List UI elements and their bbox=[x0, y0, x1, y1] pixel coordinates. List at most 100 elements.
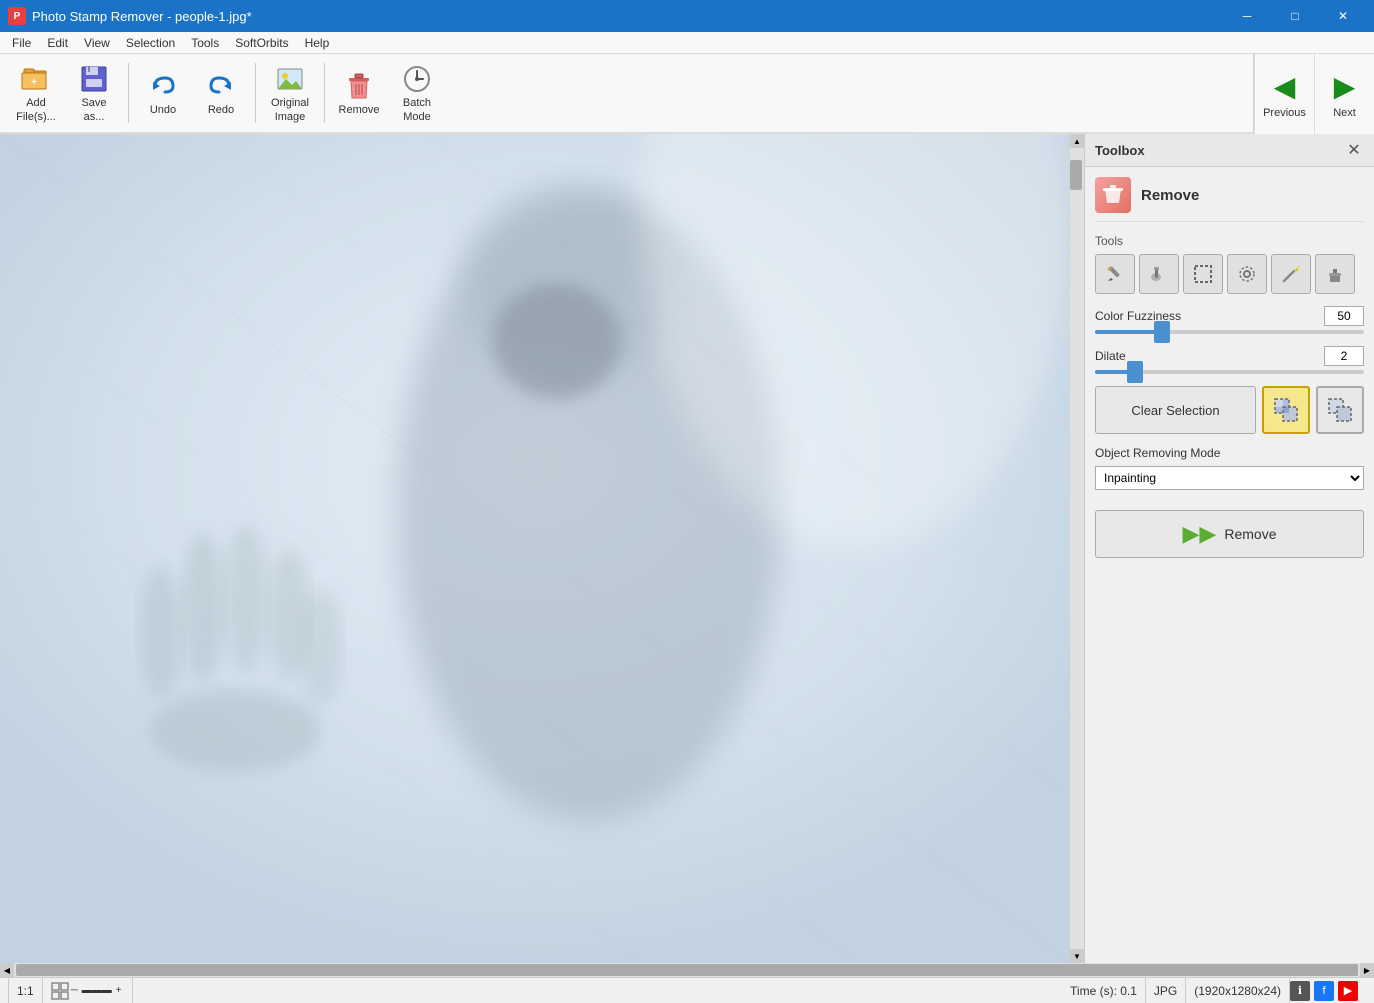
vertical-scrollbar[interactable]: ▲ ▼ bbox=[1070, 134, 1084, 963]
svg-text:★: ★ bbox=[1296, 265, 1301, 271]
menu-file[interactable]: File bbox=[4, 34, 39, 52]
orm-label: Object Removing Mode bbox=[1095, 446, 1364, 460]
scroll-right-button[interactable]: ▶ bbox=[1360, 963, 1374, 977]
redo-button[interactable]: Redo bbox=[193, 58, 249, 128]
dilate-label: Dilate bbox=[1095, 349, 1126, 363]
titlebar: P Photo Stamp Remover - people-1.jpg* ─ … bbox=[0, 0, 1374, 32]
zoom-icon[interactable] bbox=[51, 982, 69, 1000]
remove-section-title: Remove bbox=[1141, 187, 1199, 204]
maximize-button[interactable]: □ bbox=[1272, 0, 1318, 32]
toolbox-close-button[interactable]: ✕ bbox=[1344, 140, 1364, 160]
color-fuzziness-track[interactable] bbox=[1095, 330, 1364, 334]
subtract-selection-button[interactable] bbox=[1316, 386, 1364, 434]
youtube-button[interactable]: ▶ bbox=[1338, 981, 1358, 1001]
menu-softorbits[interactable]: SoftOrbits bbox=[227, 34, 296, 52]
dimensions-display: (1920x1280x24) bbox=[1186, 978, 1290, 1003]
original-image-icon bbox=[274, 63, 306, 95]
next-button[interactable]: ▶ Next bbox=[1314, 54, 1374, 134]
wand-tool-button[interactable]: ★ bbox=[1271, 254, 1311, 294]
orm-dropdown[interactable]: Inpainting Smart Fill Content Aware bbox=[1095, 466, 1364, 490]
menu-tools[interactable]: Tools bbox=[183, 34, 227, 52]
zoom-value: 1:1 bbox=[17, 984, 34, 998]
color-fuzziness-value[interactable]: 50 bbox=[1324, 306, 1364, 326]
original-image-button[interactable]: Original Image bbox=[262, 58, 318, 128]
remove-arrow-icon: ▶▶ bbox=[1183, 521, 1217, 547]
horizontal-scrollbar[interactable]: ◀ ▶ bbox=[0, 963, 1374, 977]
add-files-label: Add bbox=[26, 97, 46, 109]
scroll-thumb-vertical[interactable] bbox=[1070, 160, 1082, 190]
selection-row: Clear Selection bbox=[1095, 386, 1364, 434]
toolbox-title: Toolbox bbox=[1095, 143, 1145, 158]
add-files-button[interactable]: + Add File(s)... bbox=[8, 58, 64, 128]
color-fuzziness-fill bbox=[1095, 330, 1162, 334]
menu-view[interactable]: View bbox=[76, 34, 118, 52]
format-display: JPG bbox=[1146, 978, 1186, 1003]
rect-select-tool-button[interactable] bbox=[1183, 254, 1223, 294]
social-icons: ℹ f ▶ bbox=[1290, 981, 1366, 1001]
zoom-plus[interactable]: + bbox=[114, 985, 124, 996]
redo-label: Redo bbox=[208, 104, 234, 116]
remove-section-icon bbox=[1095, 177, 1131, 213]
remove-toolbar-button[interactable]: Remove bbox=[331, 58, 387, 128]
dilate-track[interactable] bbox=[1095, 370, 1364, 374]
window-controls: ─ □ ✕ bbox=[1224, 0, 1366, 32]
clear-selection-button[interactable]: Clear Selection bbox=[1095, 386, 1256, 434]
main-area: ▲ ▼ Toolbox ✕ Remove bbox=[0, 134, 1374, 963]
add-selection-button[interactable] bbox=[1262, 386, 1310, 434]
facebook-button[interactable]: f bbox=[1314, 981, 1334, 1001]
time-display: Time (s): 0.1 bbox=[1062, 978, 1146, 1003]
batch-mode-button[interactable]: Batch Mode bbox=[389, 58, 445, 128]
next-icon: ▶ bbox=[1334, 70, 1356, 103]
color-fuzziness-label-row: Color Fuzziness 50 bbox=[1095, 306, 1364, 326]
original-image-label: Original bbox=[271, 97, 309, 109]
scroll-down-button[interactable]: ▼ bbox=[1070, 949, 1084, 963]
color-fuzziness-thumb[interactable] bbox=[1154, 321, 1170, 343]
window-title: Photo Stamp Remover - people-1.jpg* bbox=[32, 9, 252, 24]
toolbar-sep-3 bbox=[324, 63, 325, 123]
scroll-thumb-horizontal[interactable] bbox=[16, 964, 1358, 976]
settings-tool-button[interactable] bbox=[1227, 254, 1267, 294]
scroll-up-button[interactable]: ▲ bbox=[1070, 134, 1084, 148]
remove-section-header: Remove bbox=[1095, 177, 1364, 222]
zoom-minus[interactable]: ─ bbox=[69, 985, 80, 996]
remove-action-button[interactable]: ▶▶ Remove bbox=[1095, 510, 1364, 558]
stamp-tool-button[interactable] bbox=[1315, 254, 1355, 294]
tools-section: Tools bbox=[1095, 234, 1364, 294]
tools-label: Tools bbox=[1095, 234, 1364, 248]
remove-btn-label: Remove bbox=[1224, 526, 1276, 542]
dilate-thumb[interactable] bbox=[1127, 361, 1143, 383]
remove-label: Remove bbox=[339, 104, 380, 116]
image-canvas bbox=[0, 134, 1070, 963]
title-left: P Photo Stamp Remover - people-1.jpg* bbox=[8, 7, 252, 25]
menu-help[interactable]: Help bbox=[297, 34, 338, 52]
menu-selection[interactable]: Selection bbox=[118, 34, 183, 52]
previous-label: Previous bbox=[1263, 107, 1306, 119]
add-files-icon: + bbox=[20, 63, 52, 95]
undo-button[interactable]: Undo bbox=[135, 58, 191, 128]
pencil-tool-button[interactable] bbox=[1095, 254, 1135, 294]
save-as-icon bbox=[78, 63, 110, 95]
menu-edit[interactable]: Edit bbox=[39, 34, 76, 52]
toolbox-panel: Toolbox ✕ Remove Tools bbox=[1084, 134, 1374, 963]
magic-fill-tool-button[interactable] bbox=[1139, 254, 1179, 294]
zoom-slider[interactable]: ▬▬▬ bbox=[80, 985, 114, 996]
zoom-icon-seg: ─ ▬▬▬ + bbox=[43, 978, 133, 1003]
dilate-value[interactable]: 2 bbox=[1324, 346, 1364, 366]
close-button[interactable]: ✕ bbox=[1320, 0, 1366, 32]
color-fuzziness-section: Color Fuzziness 50 bbox=[1095, 306, 1364, 334]
toolbar-sep-2 bbox=[255, 63, 256, 123]
undo-label: Undo bbox=[150, 104, 176, 116]
scroll-left-button[interactable]: ◀ bbox=[0, 963, 14, 977]
toolbar-sep-1 bbox=[128, 63, 129, 123]
toolbox-header: Toolbox ✕ bbox=[1085, 134, 1374, 167]
save-as-button[interactable]: Save as... bbox=[66, 58, 122, 128]
info-button[interactable]: ℹ bbox=[1290, 981, 1310, 1001]
toolbar: + Add File(s)... Save as... Undo bbox=[0, 54, 1374, 134]
original-image-label2: Image bbox=[275, 111, 306, 123]
redo-icon bbox=[205, 70, 237, 102]
minimize-button[interactable]: ─ bbox=[1224, 0, 1270, 32]
toolbox-body: Remove Tools bbox=[1085, 167, 1374, 568]
svg-text:+: + bbox=[31, 77, 37, 88]
canvas-area[interactable]: ▲ ▼ bbox=[0, 134, 1084, 963]
previous-button[interactable]: ◀ Previous bbox=[1254, 54, 1314, 134]
